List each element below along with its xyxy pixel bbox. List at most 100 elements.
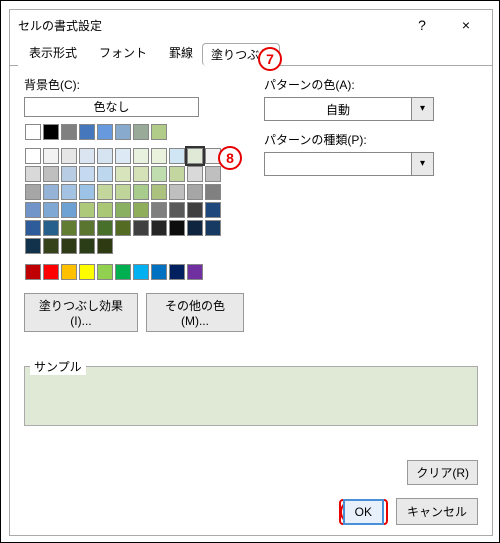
color-swatch[interactable] xyxy=(79,184,95,200)
color-swatch[interactable] xyxy=(169,166,185,182)
color-swatch[interactable] xyxy=(133,220,149,236)
color-swatch[interactable] xyxy=(151,148,167,164)
chevron-down-icon: ▾ xyxy=(411,153,433,175)
color-swatch[interactable] xyxy=(97,184,113,200)
color-swatch[interactable] xyxy=(61,202,77,218)
palette-header-row xyxy=(24,123,224,141)
color-swatch[interactable] xyxy=(97,238,113,254)
color-swatch[interactable] xyxy=(187,264,203,280)
ok-button[interactable]: OK xyxy=(343,499,384,525)
pattern-type-select[interactable]: ▾ xyxy=(264,152,434,176)
color-swatch[interactable] xyxy=(25,124,41,140)
color-swatch[interactable] xyxy=(133,184,149,200)
color-swatch[interactable] xyxy=(97,202,113,218)
sample-preview xyxy=(24,366,478,426)
color-swatch[interactable] xyxy=(187,220,203,236)
color-swatch[interactable] xyxy=(169,184,185,200)
callout-7: 7 xyxy=(258,47,282,71)
color-swatch[interactable] xyxy=(79,238,95,254)
color-swatch[interactable] xyxy=(115,264,131,280)
color-swatch[interactable] xyxy=(97,166,113,182)
no-color-button[interactable]: 色なし xyxy=(24,97,199,117)
color-swatch[interactable] xyxy=(151,166,167,182)
color-swatch[interactable] xyxy=(151,202,167,218)
color-swatch[interactable] xyxy=(187,202,203,218)
color-swatch[interactable] xyxy=(25,166,41,182)
color-swatch[interactable] xyxy=(79,264,95,280)
color-swatch[interactable] xyxy=(25,184,41,200)
color-swatch[interactable] xyxy=(25,148,41,164)
tab-border[interactable]: 罫線 xyxy=(158,39,204,66)
color-swatch[interactable] xyxy=(61,220,77,236)
color-swatch[interactable] xyxy=(43,220,59,236)
clear-button[interactable]: クリア(R) xyxy=(407,460,478,485)
color-swatch[interactable] xyxy=(61,124,77,140)
color-swatch[interactable] xyxy=(115,220,131,236)
tab-bar: 表示形式 フォント 罫線 塗りつぶし xyxy=(10,40,492,66)
close-icon[interactable]: × xyxy=(444,11,488,39)
other-colors-button[interactable]: その他の色(M)... xyxy=(146,293,244,332)
color-swatch[interactable] xyxy=(151,264,167,280)
color-swatch[interactable] xyxy=(97,220,113,236)
color-swatch[interactable] xyxy=(43,238,59,254)
pattern-color-select[interactable]: 自動 ▾ xyxy=(264,97,434,121)
color-swatch[interactable] xyxy=(169,220,185,236)
color-swatch[interactable] xyxy=(187,166,203,182)
fill-effects-button[interactable]: 塗りつぶし効果(I)... xyxy=(24,293,138,332)
chevron-down-icon: ▾ xyxy=(411,98,433,120)
color-swatch[interactable] xyxy=(43,264,59,280)
color-swatch[interactable] xyxy=(169,202,185,218)
color-swatch[interactable] xyxy=(43,202,59,218)
color-swatch[interactable] xyxy=(61,238,77,254)
color-swatch[interactable] xyxy=(205,166,221,182)
color-swatch[interactable] xyxy=(43,184,59,200)
color-swatch[interactable] xyxy=(79,202,95,218)
help-icon[interactable]: ? xyxy=(400,11,444,39)
color-swatch[interactable] xyxy=(79,166,95,182)
color-swatch[interactable] xyxy=(151,124,167,140)
color-swatch[interactable] xyxy=(25,220,41,236)
color-swatch[interactable] xyxy=(151,220,167,236)
color-swatch[interactable] xyxy=(187,184,203,200)
color-swatch[interactable] xyxy=(187,148,203,164)
color-swatch[interactable] xyxy=(133,124,149,140)
color-swatch[interactable] xyxy=(115,148,131,164)
dialog-title: セルの書式設定 xyxy=(18,17,400,34)
color-swatch[interactable] xyxy=(133,202,149,218)
color-swatch[interactable] xyxy=(133,148,149,164)
color-swatch[interactable] xyxy=(115,166,131,182)
color-swatch[interactable] xyxy=(43,124,59,140)
color-swatch[interactable] xyxy=(115,124,131,140)
color-swatch[interactable] xyxy=(133,264,149,280)
color-swatch[interactable] xyxy=(61,148,77,164)
color-swatch[interactable] xyxy=(97,148,113,164)
color-swatch[interactable] xyxy=(25,202,41,218)
color-swatch[interactable] xyxy=(169,264,185,280)
color-swatch[interactable] xyxy=(79,148,95,164)
color-swatch[interactable] xyxy=(151,184,167,200)
color-swatch[interactable] xyxy=(61,166,77,182)
color-swatch[interactable] xyxy=(169,148,185,164)
color-swatch[interactable] xyxy=(61,184,77,200)
color-swatch[interactable] xyxy=(133,166,149,182)
cancel-button[interactable]: キャンセル xyxy=(396,498,478,525)
color-swatch[interactable] xyxy=(97,264,113,280)
color-swatch[interactable] xyxy=(25,238,41,254)
color-swatch[interactable] xyxy=(79,124,95,140)
color-swatch[interactable] xyxy=(43,166,59,182)
color-swatch[interactable] xyxy=(25,264,41,280)
tab-number[interactable]: 表示形式 xyxy=(18,39,88,66)
sample-label: サンプル xyxy=(30,358,86,375)
tab-font[interactable]: フォント xyxy=(88,39,158,66)
color-swatch[interactable] xyxy=(79,220,95,236)
color-swatch[interactable] xyxy=(205,184,221,200)
color-swatch[interactable] xyxy=(43,148,59,164)
pattern-color-label: パターンの色(A): xyxy=(264,76,478,93)
color-swatch[interactable] xyxy=(205,220,221,236)
bgcolor-label: 背景色(C): xyxy=(24,76,244,93)
color-swatch[interactable] xyxy=(61,264,77,280)
color-swatch[interactable] xyxy=(205,202,221,218)
color-swatch[interactable] xyxy=(115,202,131,218)
color-swatch[interactable] xyxy=(97,124,113,140)
color-swatch[interactable] xyxy=(115,184,131,200)
